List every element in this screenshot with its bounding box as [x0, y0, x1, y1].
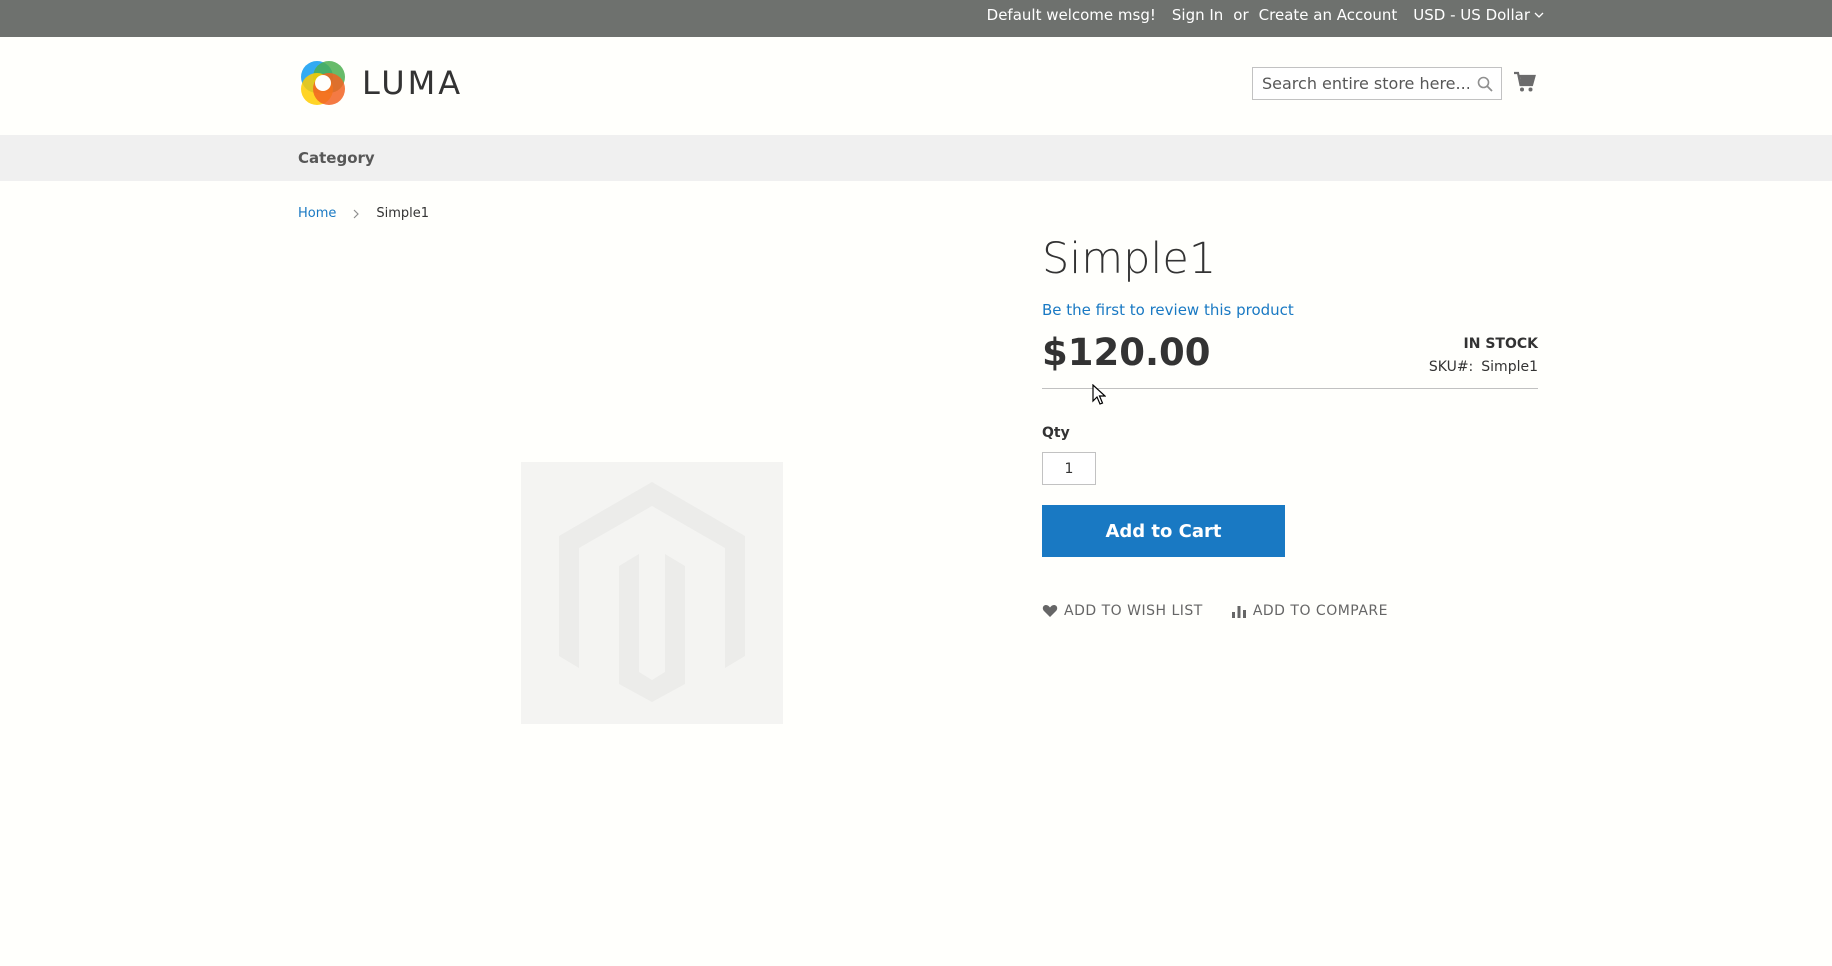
add-to-cart-button[interactable]: Add to Cart — [1042, 505, 1285, 557]
product-price: $120.00 — [1042, 331, 1211, 374]
qty-input[interactable] — [1042, 452, 1096, 485]
add-to-compare-label: ADD TO COMPARE — [1252, 603, 1388, 619]
product-social-actions: ADD TO WISH LIST ADD TO COMPARE — [1042, 603, 1388, 619]
sku-value: Simple1 — [1481, 359, 1538, 375]
create-account-link[interactable]: Create an Account — [1259, 6, 1398, 24]
search-icon[interactable] — [1476, 75, 1494, 93]
add-to-compare-link[interactable]: ADD TO COMPARE — [1231, 603, 1388, 619]
or-text: or — [1233, 6, 1249, 24]
search-box — [1252, 67, 1502, 100]
price-divider — [1042, 388, 1538, 389]
qty-label: Qty — [1042, 425, 1070, 441]
product-sku: SKU#: Simple1 — [1429, 359, 1538, 375]
heart-icon — [1042, 604, 1058, 617]
product-image[interactable] — [521, 462, 783, 724]
chevron-down-icon — [1534, 12, 1544, 18]
welcome-message: Default welcome msg! — [986, 6, 1156, 24]
luma-logo-icon — [301, 61, 345, 105]
currency-label: USD - US Dollar — [1413, 6, 1530, 24]
bar-chart-icon — [1231, 606, 1246, 618]
magento-placeholder-icon — [559, 482, 745, 702]
nav-item-category[interactable]: Category — [298, 135, 375, 181]
breadcrumb: Home Simple1 — [298, 206, 429, 221]
chevron-right-icon — [353, 209, 360, 218]
add-to-wishlist-link[interactable]: ADD TO WISH LIST — [1042, 603, 1203, 619]
panel-header: Default welcome msg! Sign In or Create a… — [0, 0, 1832, 37]
mouse-cursor-icon — [1092, 384, 1106, 405]
sign-in-link[interactable]: Sign In — [1172, 6, 1223, 24]
sku-label: SKU#: — [1428, 359, 1474, 375]
currency-switcher[interactable]: USD - US Dollar — [1413, 6, 1544, 24]
shopping-cart-icon[interactable] — [1513, 70, 1537, 94]
breadcrumb-home[interactable]: Home — [298, 206, 336, 221]
search-input[interactable] — [1253, 68, 1501, 99]
logo-text: LUMA — [362, 64, 464, 102]
header-links: Default welcome msg! Sign In or Create a… — [987, 0, 1544, 30]
add-to-wishlist-label: ADD TO WISH LIST — [1064, 603, 1203, 619]
navigation-bar: Category — [0, 135, 1832, 181]
stock-status: IN STOCK — [1463, 336, 1538, 352]
review-link[interactable]: Be the first to review this product — [1042, 301, 1294, 319]
breadcrumb-current: Simple1 — [376, 206, 430, 221]
product-title: Simple1 — [1042, 234, 1217, 284]
store-logo[interactable]: LUMA — [298, 58, 463, 108]
